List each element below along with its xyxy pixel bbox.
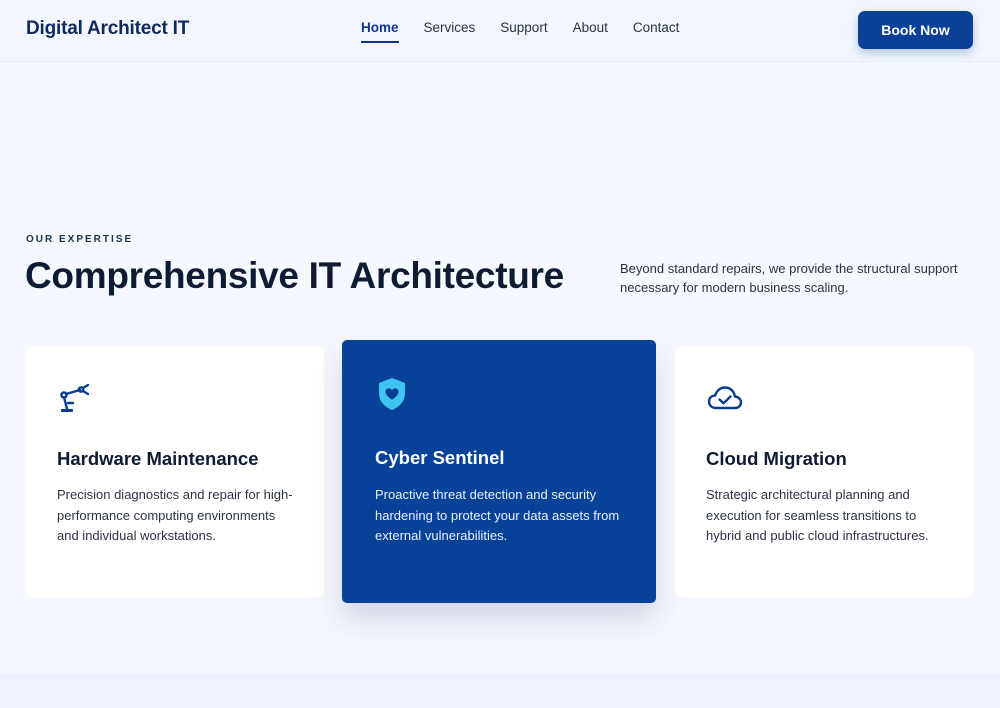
nav-services[interactable]: Services — [424, 20, 476, 43]
service-card-hardware[interactable]: Hardware Maintenance Precision diagnosti… — [26, 347, 324, 597]
card-title: Cyber Sentinel — [375, 447, 505, 468]
book-now-button[interactable]: Book Now — [858, 11, 973, 49]
card-text: Precision diagnostics and repair for hig… — [57, 487, 293, 544]
section-title: Comprehensive IT Architecture — [25, 255, 564, 296]
next-section-band — [0, 673, 1000, 708]
main-nav: Home Services Support About Contact — [361, 20, 704, 43]
section-description: Beyond standard repairs, we provide the … — [620, 261, 958, 295]
nav-contact[interactable]: Contact — [633, 20, 680, 43]
shield-heart-icon — [376, 376, 410, 410]
service-card-cloud[interactable]: Cloud Migration Strategic architectural … — [675, 347, 973, 597]
nav-home[interactable]: Home — [361, 20, 399, 43]
card-title: Hardware Maintenance — [57, 448, 259, 469]
robotic-arm-icon — [58, 381, 92, 415]
service-card-cyber[interactable]: Cyber Sentinel Proactive threat detectio… — [342, 340, 656, 603]
nav-about[interactable]: About — [573, 20, 608, 43]
card-title: Cloud Migration — [706, 448, 847, 469]
card-text: Proactive threat detection and security … — [375, 487, 620, 544]
card-text: Strategic architectural planning and exe… — [706, 487, 929, 544]
brand-logo[interactable]: Digital Architect IT — [26, 18, 189, 40]
cloud-check-icon — [707, 381, 743, 415]
nav-support[interactable]: Support — [500, 20, 547, 43]
section-eyebrow: OUR EXPERTISE — [26, 234, 134, 245]
site-header: Digital Architect IT Home Services Suppo… — [0, 0, 1000, 62]
